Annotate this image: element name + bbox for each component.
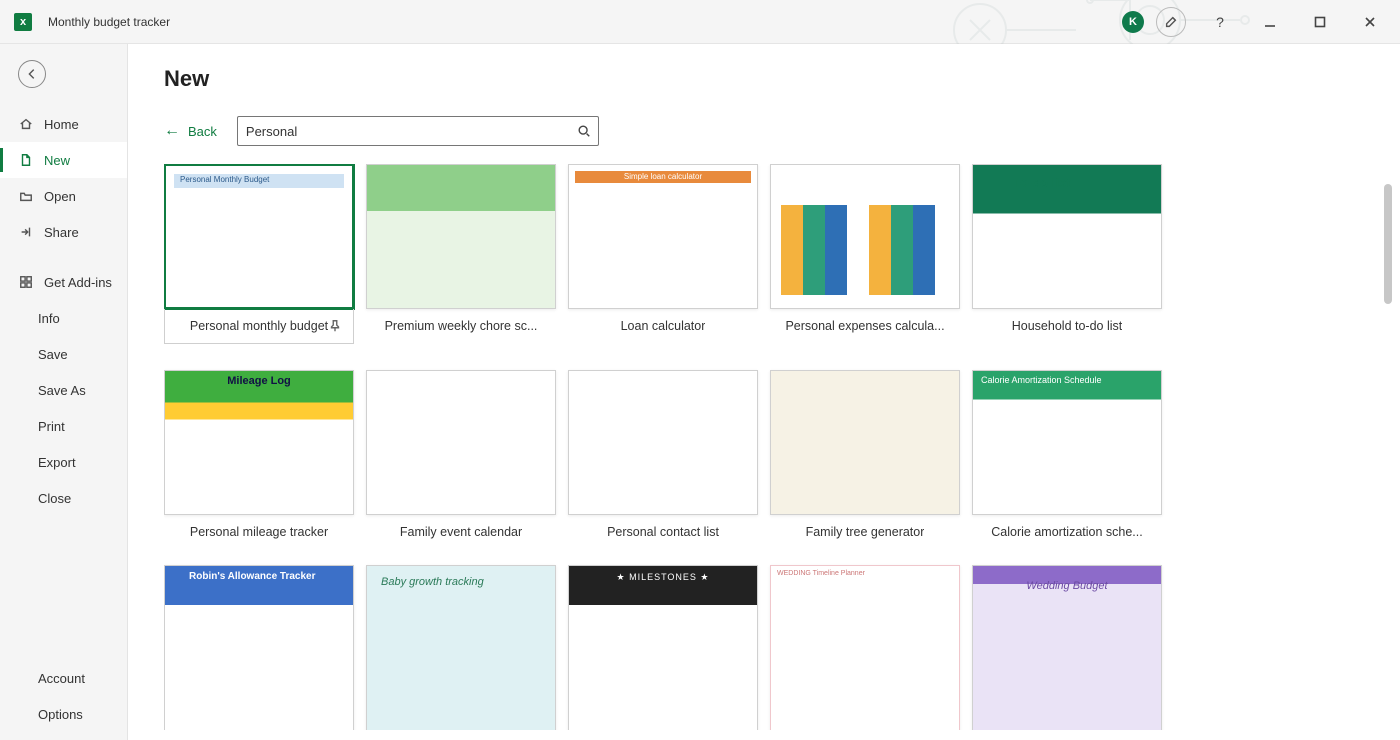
sidebar-item-print[interactable]: Print	[0, 408, 127, 444]
window-close-button[interactable]	[1348, 6, 1392, 38]
template-thumbnail	[164, 164, 354, 309]
template-thumbnail	[366, 370, 556, 515]
coming-soon-button[interactable]	[1156, 7, 1186, 37]
addins-icon	[18, 274, 34, 290]
window-minimize-button[interactable]	[1248, 6, 1292, 38]
sidebar-item-export[interactable]: Export	[0, 444, 127, 480]
window-maximize-button[interactable]	[1298, 6, 1342, 38]
template-label: Household to-do list	[1012, 319, 1122, 333]
vertical-scrollbar[interactable]	[1384, 184, 1392, 304]
template-card-wedding-budget[interactable]	[972, 565, 1162, 730]
sidebar-item-open[interactable]: Open	[0, 178, 127, 214]
template-label: Personal contact list	[607, 525, 719, 539]
backstage-sidebar: Home New Open Share Get Add-ins	[0, 44, 128, 740]
sidebar-item-saveas[interactable]: Save As	[0, 372, 127, 408]
template-search-box	[237, 116, 599, 146]
back-button[interactable]	[18, 60, 46, 88]
template-card-personal-contact-list[interactable]: Personal contact list	[568, 370, 758, 539]
search-back-label: Back	[188, 124, 217, 139]
template-thumbnail	[770, 565, 960, 730]
template-card-baby-growth-tracking[interactable]	[366, 565, 556, 730]
arrow-left-icon: ←	[164, 122, 180, 140]
template-label: Loan calculator	[621, 319, 706, 333]
template-thumbnail	[366, 565, 556, 730]
home-icon	[18, 116, 34, 132]
template-thumbnail	[972, 565, 1162, 730]
template-thumbnail	[770, 164, 960, 309]
template-card-family-event-calendar[interactable]: Family event calendar	[366, 370, 556, 539]
templates-scroll-region[interactable]: Personal monthly budget Premium weekly ch…	[164, 164, 1372, 730]
sidebar-item-label: Open	[44, 189, 76, 204]
page-title: New	[164, 66, 1372, 92]
template-label: Personal mileage tracker	[190, 525, 328, 539]
template-label: Family tree generator	[806, 525, 925, 539]
templates-grid: Personal monthly budget Premium weekly ch…	[164, 164, 1352, 730]
pin-template-button[interactable]	[325, 316, 345, 336]
template-card-personal-mileage[interactable]: Personal mileage tracker	[164, 370, 354, 539]
template-label: Personal expenses calcula...	[785, 319, 944, 333]
template-thumbnail	[568, 565, 758, 730]
new-file-icon	[18, 152, 34, 168]
template-card-personal-expenses-calc[interactable]: Personal expenses calcula...	[770, 164, 960, 333]
template-card-personal-monthly-budget[interactable]: Personal monthly budget	[164, 164, 354, 344]
template-card-loan-calculator[interactable]: Loan calculator	[568, 164, 758, 333]
template-card-milestones[interactable]	[568, 565, 758, 730]
help-button[interactable]: ?	[1198, 6, 1242, 38]
template-thumbnail	[972, 370, 1162, 515]
sidebar-item-label: Share	[44, 225, 79, 240]
template-search-input[interactable]	[238, 117, 570, 145]
template-thumbnail	[770, 370, 960, 515]
template-label: Premium weekly chore sc...	[385, 319, 538, 333]
template-thumbnail	[164, 565, 354, 730]
user-avatar[interactable]: K	[1122, 11, 1144, 33]
sidebar-item-addins[interactable]: Get Add-ins	[0, 264, 127, 300]
template-thumbnail	[366, 164, 556, 309]
search-icon[interactable]	[570, 117, 598, 145]
excel-app-icon	[14, 13, 32, 31]
document-title: Monthly budget tracker	[48, 15, 170, 29]
template-card-wedding-timeline[interactable]	[770, 565, 960, 730]
sidebar-item-share[interactable]: Share	[0, 214, 127, 250]
main-panel: New ← Back Personal monthly budget Premiu…	[128, 44, 1400, 740]
sidebar-item-options[interactable]: Options	[0, 696, 127, 732]
template-label: Family event calendar	[400, 525, 522, 539]
template-card-allowance-tracker[interactable]	[164, 565, 354, 730]
template-label: Personal monthly budget	[190, 319, 328, 333]
template-thumbnail	[164, 370, 354, 515]
share-icon	[18, 224, 34, 240]
template-thumbnail	[568, 164, 758, 309]
sidebar-item-home[interactable]: Home	[0, 106, 127, 142]
sidebar-item-new[interactable]: New	[0, 142, 127, 178]
sidebar-item-account[interactable]: Account	[0, 660, 127, 696]
sidebar-item-info[interactable]: Info	[0, 300, 127, 336]
sidebar-item-save[interactable]: Save	[0, 336, 127, 372]
title-bar: Monthly budget tracker K ?	[0, 0, 1400, 44]
template-label: Calorie amortization sche...	[991, 525, 1142, 539]
template-thumbnail	[972, 164, 1162, 309]
sidebar-item-label: Get Add-ins	[44, 275, 112, 290]
open-folder-icon	[18, 188, 34, 204]
search-back-link[interactable]: ← Back	[164, 122, 217, 140]
template-card-calorie-amortization[interactable]: Calorie amortization sche...	[972, 370, 1162, 539]
template-card-weekly-chore-schedule[interactable]: Premium weekly chore sc...	[366, 164, 556, 333]
sidebar-item-label: Home	[44, 117, 79, 132]
template-card-family-tree-generator[interactable]: Family tree generator	[770, 370, 960, 539]
sidebar-item-close[interactable]: Close	[0, 480, 127, 516]
template-card-household-todo[interactable]: Household to-do list	[972, 164, 1162, 333]
template-thumbnail	[568, 370, 758, 515]
sidebar-item-label: New	[44, 153, 70, 168]
